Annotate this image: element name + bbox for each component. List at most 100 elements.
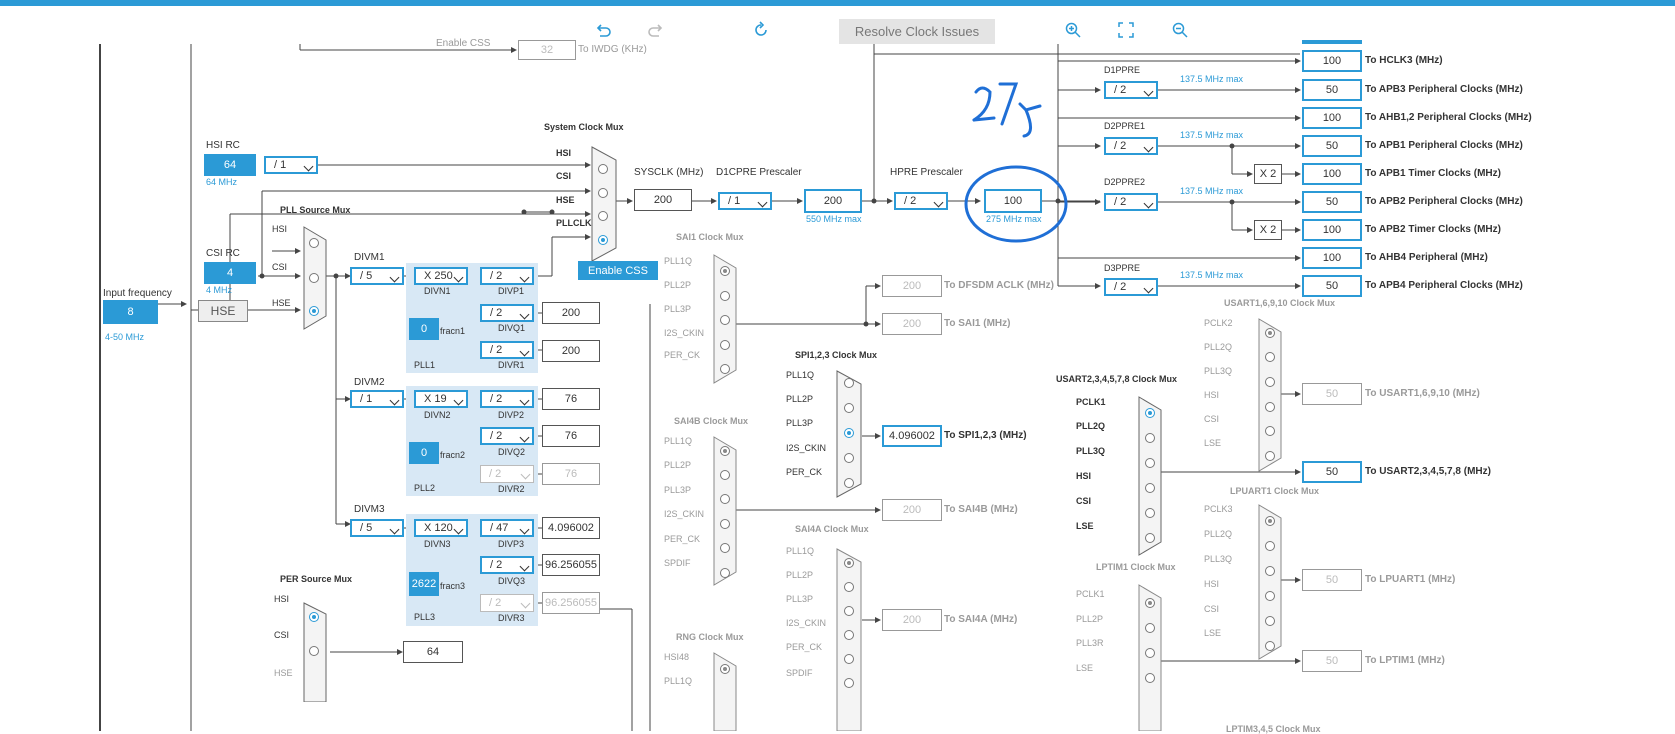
sai4a-radio-pll3p[interactable]: [844, 606, 854, 616]
input-frequency-value[interactable]: 8: [103, 300, 158, 324]
hsi-rc-value: 64: [204, 154, 256, 176]
per-source-hsi-radio[interactable]: [309, 612, 319, 622]
divn1-select[interactable]: X 250: [414, 267, 468, 285]
lpuart1-dest: To LPUART1 (MHz): [1365, 574, 1456, 585]
lptim1-radio-pclk1[interactable]: [1145, 598, 1155, 608]
sys-mux-pllclk-radio[interactable]: [598, 235, 608, 245]
sys-mux-csi-radio[interactable]: [598, 188, 608, 198]
sai4a-radio-i2s[interactable]: [844, 630, 854, 640]
divq3-select[interactable]: / 2: [480, 556, 534, 574]
divr1-select[interactable]: / 2: [480, 341, 534, 359]
sai1-radio-pll3p[interactable]: [720, 315, 730, 325]
lptim1-radio-pll3r[interactable]: [1145, 648, 1155, 658]
hpre-select[interactable]: / 2: [894, 192, 948, 210]
divm2-select[interactable]: / 1: [350, 390, 404, 408]
per-source-csi-radio[interactable]: [309, 646, 319, 656]
sys-input-hse: HSE: [556, 195, 575, 205]
spi-radio-pll1q[interactable]: [844, 378, 854, 388]
sai4b-radio-i2s[interactable]: [720, 519, 730, 529]
lpuart1-radio-csi[interactable]: [1265, 616, 1275, 626]
sai4b-radio-spdif[interactable]: [720, 568, 730, 578]
divp2-select[interactable]: / 2: [480, 390, 534, 408]
lpuart1-in-csi: CSI: [1204, 604, 1220, 614]
usart16-radio-pll3q[interactable]: [1265, 377, 1275, 387]
sai4b-radio-perck[interactable]: [720, 543, 730, 553]
fracn1-value[interactable]: 0: [409, 318, 439, 340]
redo-icon[interactable]: [645, 20, 667, 40]
spi-radio-perck[interactable]: [844, 478, 854, 488]
sys-mux-hse-radio[interactable]: [598, 211, 608, 221]
divp3-select[interactable]: / 47: [480, 519, 534, 537]
lpuart1-in-lse: LSE: [1204, 628, 1222, 638]
lpuart1-radio-pclk3[interactable]: [1265, 516, 1275, 526]
d1ppre-select[interactable]: / 2: [1104, 81, 1158, 99]
divr3-select[interactable]: / 2: [480, 594, 534, 612]
usart2-in-pll2q: PLL2Q: [1076, 421, 1106, 431]
d3ppre-select[interactable]: / 2: [1104, 278, 1158, 296]
enable-css-button[interactable]: Enable CSS: [578, 261, 658, 280]
d2ppre2-select[interactable]: / 2: [1104, 193, 1158, 211]
usart16-in-pll3q: PLL3Q: [1204, 366, 1233, 376]
sai4a-radio-spdif[interactable]: [844, 678, 854, 688]
pll-source-hse-radio[interactable]: [309, 306, 319, 316]
sai4a-radio-pll2p[interactable]: [844, 582, 854, 592]
spi-radio-pll3p[interactable]: [844, 428, 854, 438]
fit-screen-icon[interactable]: [1115, 20, 1137, 40]
spi-radio-i2s[interactable]: [844, 453, 854, 463]
zoom-out-icon[interactable]: [1169, 20, 1191, 40]
zoom-in-icon[interactable]: [1062, 20, 1084, 40]
lpuart1-radio-lse[interactable]: [1265, 641, 1275, 651]
undo-icon[interactable]: [592, 20, 614, 40]
sai4b-radio-pll3p[interactable]: [720, 494, 730, 504]
lptim1-radio-lse[interactable]: [1145, 673, 1155, 683]
divq1-select[interactable]: / 2: [480, 304, 534, 322]
lptim1-radio-pll2p[interactable]: [1145, 623, 1155, 633]
usart16-radio-pll2q[interactable]: [1265, 352, 1275, 362]
sai4b-radio-pll1q[interactable]: [720, 446, 730, 456]
usart2-radio-lse[interactable]: [1145, 533, 1155, 543]
usart2-radio-csi[interactable]: [1145, 508, 1155, 518]
usart2-radio-pll2q[interactable]: [1145, 433, 1155, 443]
divp1-select[interactable]: / 2: [480, 267, 534, 285]
pll-source-csi-radio[interactable]: [309, 273, 319, 283]
refresh-icon[interactable]: [750, 20, 772, 40]
usart16-radio-lse[interactable]: [1265, 451, 1275, 461]
lpuart1-in-pll3q: PLL3Q: [1204, 554, 1233, 564]
hsi-divider-select[interactable]: / 1: [264, 156, 318, 174]
divm3-select[interactable]: / 5: [350, 519, 404, 537]
divn2-select[interactable]: X 19: [414, 390, 468, 408]
lpuart1-radio-hsi[interactable]: [1265, 591, 1275, 601]
usart16-radio-csi[interactable]: [1265, 426, 1275, 436]
usart2-radio-pclk1[interactable]: [1145, 408, 1155, 418]
sai1-radio-perck[interactable]: [720, 364, 730, 374]
divr2-select[interactable]: / 2: [480, 465, 534, 483]
sai1-radio-pll2p[interactable]: [720, 291, 730, 301]
divq2-select[interactable]: / 2: [480, 427, 534, 445]
divm1-select[interactable]: / 5: [350, 267, 404, 285]
fracn2-value[interactable]: 0: [409, 442, 439, 464]
usart16-mux-title: USART1,6,9,10 Clock Mux: [1224, 298, 1336, 308]
fracn3-value[interactable]: 2622: [409, 572, 439, 596]
spi-radio-pll2p[interactable]: [844, 403, 854, 413]
sai4b-in-pll2p: PLL2P: [664, 460, 692, 470]
sai1-radio-i2s[interactable]: [720, 340, 730, 350]
divq3-label: DIVQ3: [498, 576, 526, 586]
lpuart1-radio-pll3q[interactable]: [1265, 566, 1275, 576]
usart2-radio-pll3q[interactable]: [1145, 458, 1155, 468]
pll-source-hsi-radio[interactable]: [309, 238, 319, 248]
d2ppre1-select[interactable]: / 2: [1104, 137, 1158, 155]
sai1-radio-pll1q[interactable]: [720, 266, 730, 276]
sai4a-radio-pll1q[interactable]: [844, 558, 854, 568]
usart16-radio-pclk2[interactable]: [1265, 328, 1275, 338]
lpuart1-radio-pll2q[interactable]: [1265, 541, 1275, 551]
usart16-radio-hsi[interactable]: [1265, 402, 1275, 412]
sai4b-in-perck: PER_CK: [664, 534, 701, 544]
sai4a-radio-perck[interactable]: [844, 654, 854, 664]
d1cpre-select[interactable]: / 1: [718, 192, 772, 210]
sys-mux-hsi-radio[interactable]: [598, 164, 608, 174]
resolve-clock-issues-button[interactable]: Resolve Clock Issues: [839, 19, 995, 44]
divn3-select[interactable]: X 120: [414, 519, 468, 537]
rng-radio-hsi48[interactable]: [720, 664, 730, 674]
usart2-radio-hsi[interactable]: [1145, 483, 1155, 493]
sai4b-radio-pll2p[interactable]: [720, 470, 730, 480]
